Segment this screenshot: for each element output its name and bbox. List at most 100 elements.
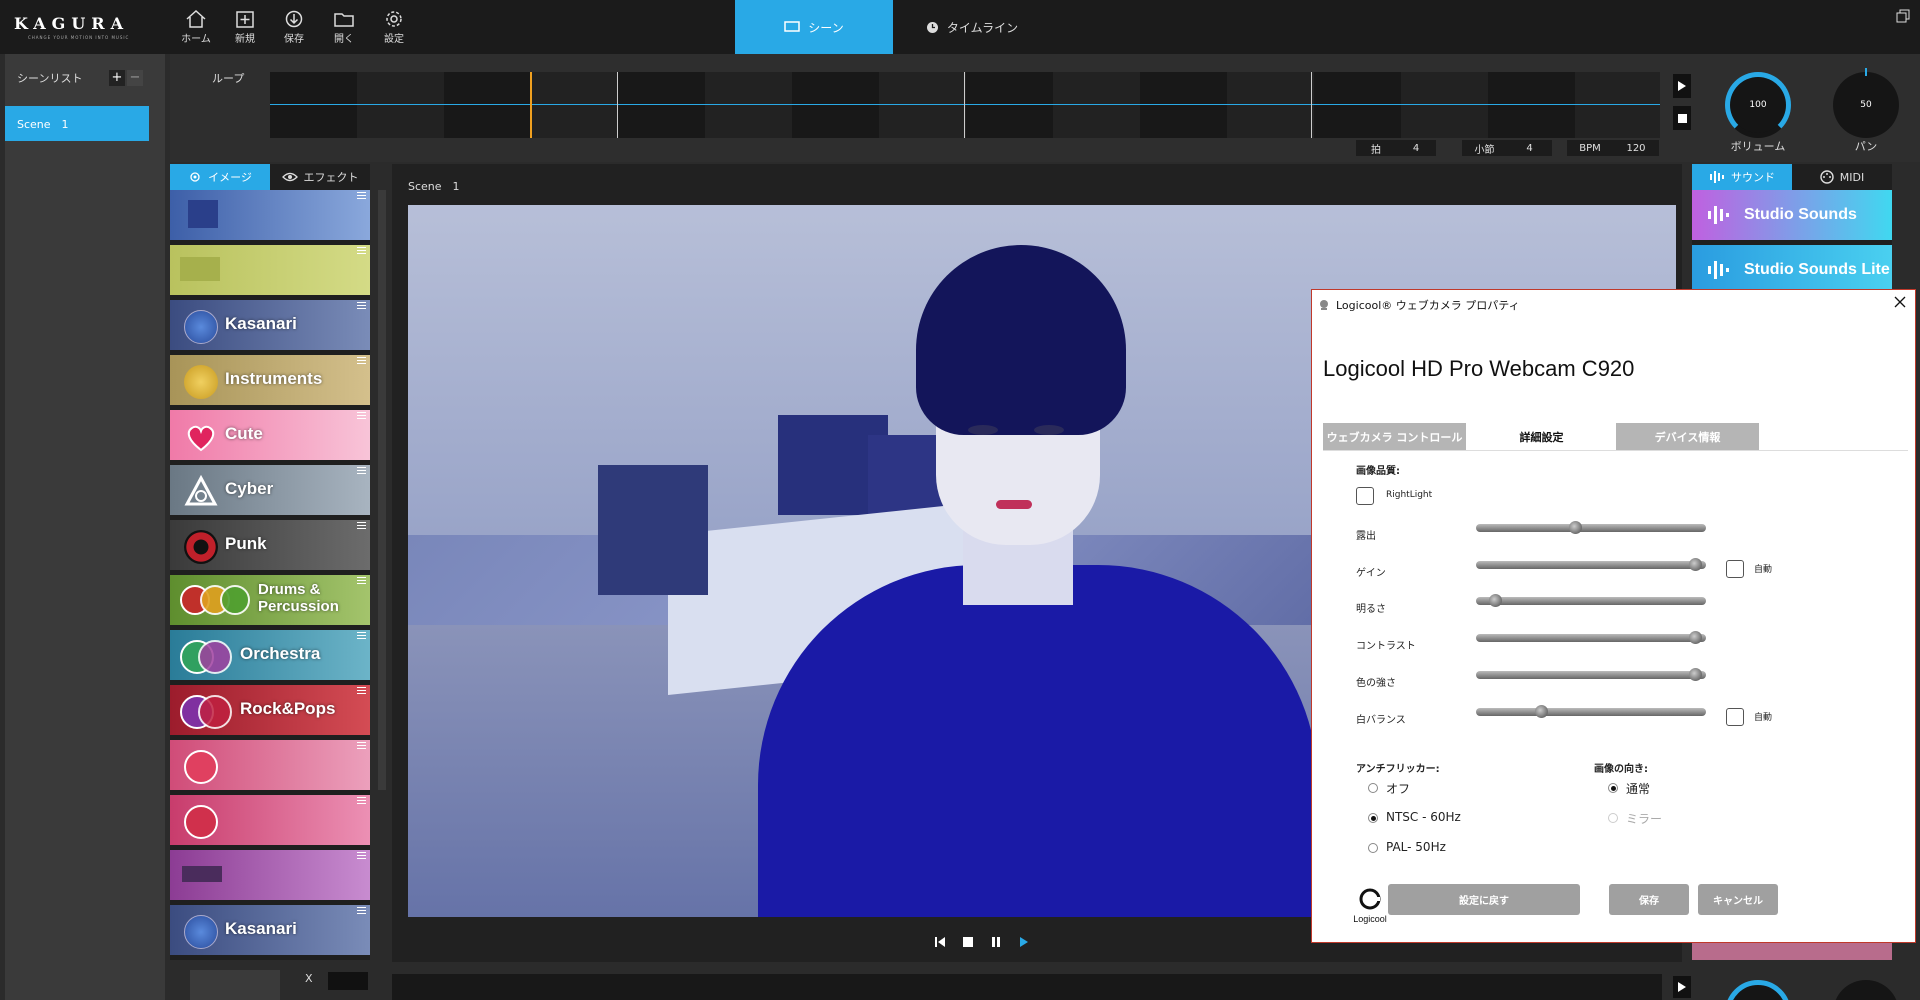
slider-thumb[interactable]	[1569, 521, 1583, 534]
settings-button[interactable]: 設定	[374, 10, 414, 50]
tile-menu-icon[interactable]	[357, 357, 366, 364]
tab-sound[interactable]: サウンド	[1692, 164, 1792, 190]
tile-menu-icon[interactable]	[357, 412, 366, 419]
gain-auto-checkbox[interactable]	[1726, 560, 1744, 578]
tile-menu-icon[interactable]	[357, 467, 366, 474]
top-toolbar: KAGURA CHANGE YOUR MOTION INTO MUSIC ホーム…	[0, 0, 1920, 54]
image-tile-drums[interactable]: Drums & Percussion	[170, 575, 370, 625]
antiflicker-pal-radio[interactable]	[1368, 843, 1378, 853]
contrast-slider[interactable]	[1476, 631, 1706, 644]
bpm-field[interactable]: BPM 120	[1567, 140, 1659, 156]
bottom-pan-knob[interactable]	[1833, 980, 1899, 1000]
tile-menu-icon[interactable]	[357, 247, 366, 254]
bottom-volume-knob[interactable]	[1725, 980, 1791, 1000]
loop-play-button[interactable]	[1673, 74, 1691, 98]
skip-back-icon[interactable]	[935, 937, 945, 947]
white-balance-auto-checkbox[interactable]	[1726, 708, 1744, 726]
sound-tile-studio-sounds-lite[interactable]: Studio Sounds Lite	[1692, 245, 1892, 295]
white-balance-slider[interactable]	[1476, 705, 1706, 718]
loop-stop-button[interactable]	[1673, 106, 1691, 130]
tab-midi[interactable]: MIDI	[1792, 164, 1892, 190]
image-tile[interactable]	[170, 190, 370, 240]
image-tile[interactable]	[170, 740, 370, 790]
tile-menu-icon[interactable]	[357, 302, 366, 309]
open-button[interactable]: 開く	[324, 10, 364, 50]
slider-thumb[interactable]	[1688, 631, 1702, 644]
stop-icon[interactable]	[963, 937, 973, 947]
slider-thumb[interactable]	[1688, 668, 1702, 681]
tab-device-info[interactable]: デバイス情報	[1616, 423, 1759, 450]
tab-scene[interactable]: シーン	[735, 0, 893, 54]
image-tile[interactable]	[170, 850, 370, 900]
tab-timeline[interactable]: タイムライン	[893, 0, 1051, 54]
tile-menu-icon[interactable]	[357, 192, 366, 199]
dialog-save-button[interactable]: 保存	[1609, 884, 1689, 915]
restore-window-button[interactable]	[1896, 8, 1910, 23]
gain-slider[interactable]	[1476, 558, 1706, 571]
sound-tile-studio-sounds[interactable]: Studio Sounds	[1692, 190, 1892, 240]
antiflicker-ntsc-radio[interactable]	[1368, 813, 1378, 823]
save-button[interactable]: 保存	[274, 10, 314, 50]
bottom-timeline[interactable]	[392, 974, 1662, 1000]
add-scene-button[interactable]: +	[109, 70, 125, 86]
sound-tile-partial[interactable]	[1692, 940, 1892, 960]
pause-icon[interactable]	[991, 937, 1001, 947]
dialog-close-button[interactable]	[1894, 296, 1908, 310]
slider-thumb[interactable]	[1534, 705, 1548, 718]
measure-marker	[964, 72, 965, 138]
remove-scene-button[interactable]: −	[127, 70, 143, 86]
slider-thumb[interactable]	[1489, 594, 1503, 607]
clock-icon	[926, 21, 938, 33]
tile-menu-icon[interactable]	[357, 522, 366, 529]
beat-field[interactable]: 拍 4	[1356, 140, 1436, 156]
brightness-slider[interactable]	[1476, 594, 1706, 607]
exposure-slider[interactable]	[1476, 521, 1706, 534]
scene-list-item[interactable]: Scene 1	[5, 106, 149, 141]
tile-menu-icon[interactable]	[357, 632, 366, 639]
new-button[interactable]: 新規	[225, 10, 265, 50]
dialog-cancel-button[interactable]: キャンセル	[1698, 884, 1778, 915]
image-tile-cute[interactable]: Cute	[170, 410, 370, 460]
image-tile-rockpops[interactable]: Rock&Pops	[170, 685, 370, 735]
x-label: X	[305, 972, 313, 985]
measure-field[interactable]: 小節 4	[1462, 140, 1552, 156]
tile-menu-icon[interactable]	[357, 577, 366, 584]
color-intensity-slider[interactable]	[1476, 668, 1706, 681]
image-tile[interactable]	[170, 245, 370, 295]
image-tile-kasanari[interactable]: Kasanari	[170, 905, 370, 955]
preview-person-eye	[1034, 425, 1064, 435]
image-list-scrollbar[interactable]	[378, 190, 386, 790]
tab-image[interactable]: イメージ	[170, 164, 270, 190]
image-tile[interactable]	[170, 795, 370, 845]
reset-defaults-button[interactable]: 設定に戻す	[1388, 884, 1580, 915]
slider-thumb[interactable]	[1688, 558, 1702, 571]
antiflicker-off-radio[interactable]	[1368, 783, 1378, 793]
volume-knob[interactable]: 100	[1725, 72, 1791, 138]
image-tile-punk[interactable]: Punk	[170, 520, 370, 570]
tab-advanced-settings[interactable]: 詳細設定	[1470, 423, 1613, 450]
x-field[interactable]	[328, 972, 368, 990]
play-icon[interactable]	[1019, 937, 1029, 947]
tile-menu-icon[interactable]	[357, 687, 366, 694]
loop-timeline[interactable]	[270, 72, 1660, 138]
home-button[interactable]: ホーム	[176, 10, 216, 50]
tile-label: Punk	[225, 534, 267, 553]
image-tile-orchestra[interactable]: Orchestra	[170, 630, 370, 680]
rightlight-checkbox[interactable]	[1356, 487, 1374, 505]
image-tile-kasanari[interactable]: Kasanari	[170, 300, 370, 350]
tile-menu-icon[interactable]	[357, 852, 366, 859]
image-tile-cyber[interactable]: Cyber	[170, 465, 370, 515]
image-tile-instruments[interactable]: Instruments	[170, 355, 370, 405]
tile-menu-icon[interactable]	[357, 907, 366, 914]
tab-effect[interactable]: エフェクト	[270, 164, 370, 190]
bottom-play-button[interactable]	[1673, 976, 1691, 998]
tile-menu-icon[interactable]	[357, 742, 366, 749]
orientation-normal-radio[interactable]	[1608, 783, 1618, 793]
playhead[interactable]	[530, 72, 532, 138]
tab-webcam-control[interactable]: ウェブカメラ コントロール	[1323, 423, 1466, 450]
orientation-mirror-radio[interactable]	[1608, 813, 1618, 823]
pan-knob[interactable]: 50	[1833, 72, 1899, 138]
new-label: 新規	[235, 34, 255, 45]
kagura-logo: KAGURA CHANGE YOUR MOTION INTO MUSIC	[14, 14, 159, 44]
tile-menu-icon[interactable]	[357, 797, 366, 804]
